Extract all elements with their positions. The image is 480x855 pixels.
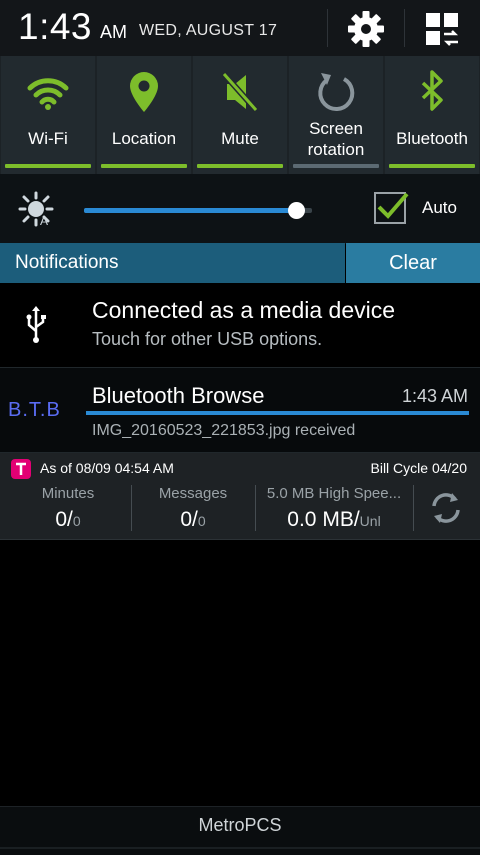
auto-brightness-label: Auto xyxy=(422,198,457,217)
brightness-icon: A xyxy=(18,191,54,227)
clear-label: Clear xyxy=(389,252,437,274)
carrier-logo-icon xyxy=(11,459,31,479)
wifi-indicator xyxy=(5,164,91,168)
screen-rotation-label-line2: rotation xyxy=(307,140,365,159)
quick-settings-panel: Wi-Fi Location Mute Screen rotation Blue xyxy=(0,56,480,174)
bluetooth-label: Bluetooth xyxy=(396,129,468,148)
bluetooth-browse-subtitle: IMG_20160523_221853.jpg received xyxy=(92,422,356,439)
brightness-slider[interactable] xyxy=(84,202,312,219)
divider xyxy=(327,9,328,47)
mute-indicator xyxy=(197,164,283,168)
messages-header: Messages xyxy=(158,485,228,502)
bill-cycle: Bill Cycle 04/20 xyxy=(370,460,468,476)
edit-tiles-icon[interactable] xyxy=(424,11,460,47)
bluetooth-browse-notification[interactable]: B.T.B Bluetooth Browse 1:43 AM IMG_20160… xyxy=(0,368,480,453)
bluetooth-browse-title: Bluetooth Browse xyxy=(92,383,265,408)
usb-notification-title: Connected as a media device xyxy=(92,297,396,323)
panel-drag-handle[interactable] xyxy=(0,847,480,849)
status-bar: 1:43 AM WED, AUGUST 17 xyxy=(0,0,480,56)
minutes-column: Minutes 0/0 xyxy=(8,483,128,535)
location-indicator xyxy=(101,164,187,168)
usage-as-of: As of 08/09 04:54 AM xyxy=(40,460,174,476)
wifi-toggle[interactable]: Wi-Fi xyxy=(1,56,95,174)
divider xyxy=(255,485,256,531)
clock-ampm: AM xyxy=(100,22,127,42)
notifications-title-bar: Notifications xyxy=(0,243,345,283)
brightness-slider-handle[interactable] xyxy=(288,202,305,219)
rotation-icon xyxy=(318,73,355,112)
usb-notification-subtitle: Touch for other USB options. xyxy=(92,329,323,349)
data-header: 5.0 MB High Spee... xyxy=(266,485,402,502)
wifi-icon xyxy=(27,78,69,110)
mute-toggle[interactable]: Mute xyxy=(193,56,287,174)
screen-rotation-toggle[interactable]: Screen rotation xyxy=(289,56,383,174)
data-value: 0.0 MB/Unl xyxy=(287,508,381,531)
btb-app-icon: B.T.B xyxy=(8,399,61,421)
mute-label: Mute xyxy=(221,129,259,148)
gear-icon[interactable] xyxy=(345,8,387,50)
clear-button[interactable]: Clear xyxy=(346,243,480,283)
screen-rotation-indicator xyxy=(293,164,379,168)
mute-icon xyxy=(221,72,259,112)
bluetooth-icon xyxy=(421,70,443,111)
wifi-label: Wi-Fi xyxy=(28,129,68,148)
svg-text:A: A xyxy=(40,214,48,227)
bluetooth-indicator xyxy=(389,164,475,168)
minutes-header: Minutes xyxy=(41,485,95,502)
auto-brightness-checkbox[interactable] xyxy=(373,189,409,225)
divider xyxy=(404,9,405,47)
usb-icon xyxy=(26,306,46,343)
location-toggle[interactable]: Location xyxy=(97,56,191,174)
bluetooth-toggle[interactable]: Bluetooth xyxy=(385,56,479,174)
clock-time: 1:43 xyxy=(18,6,93,47)
notifications-title: Notifications xyxy=(15,252,119,273)
refresh-icon[interactable] xyxy=(428,490,464,526)
location-label: Location xyxy=(111,129,177,148)
messages-column: Messages 0/0 xyxy=(133,483,253,535)
carrier-label: MetroPCS xyxy=(198,815,282,835)
divider xyxy=(413,485,414,531)
location-pin-icon xyxy=(130,72,158,112)
carrier-footer: MetroPCS xyxy=(0,806,480,855)
notifications-header: Notifications Clear xyxy=(0,243,480,283)
screen-rotation-label-line1: Screen xyxy=(309,119,363,138)
data-column: 5.0 MB High Spee... 0.0 MB/Unl xyxy=(257,483,411,535)
brightness-slider-fill xyxy=(84,208,296,213)
divider xyxy=(131,485,132,531)
minutes-value: 0/0 xyxy=(55,508,81,531)
bluetooth-browse-time: 1:43 AM xyxy=(401,386,468,406)
transfer-progress-bar xyxy=(86,411,469,415)
usb-notification[interactable]: Connected as a media device Touch for ot… xyxy=(0,283,480,368)
usage-notification[interactable]: As of 08/09 04:54 AM Bill Cycle 04/20 Mi… xyxy=(0,453,480,540)
messages-value: 0/0 xyxy=(180,508,206,531)
date-label: WED, AUGUST 17 xyxy=(139,22,278,39)
